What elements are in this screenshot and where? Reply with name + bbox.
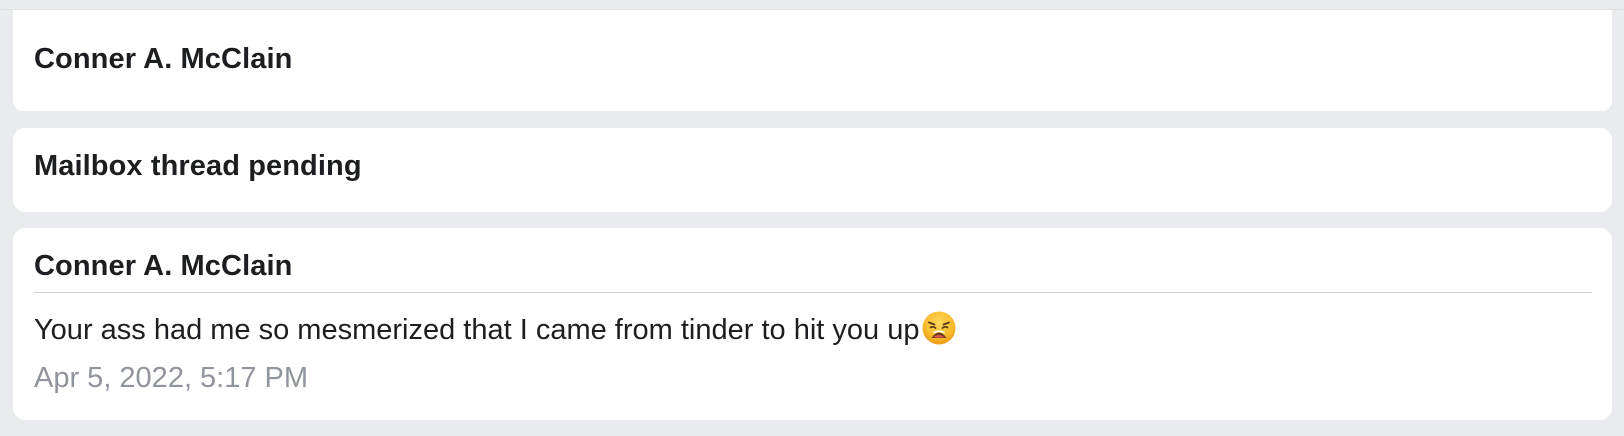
message-timestamp: Apr 5, 2022, 5:17 PM [34,362,309,394]
sender-name: Conner A. McClain [34,43,293,75]
thread-status-card: Mailbox thread pending [13,128,1612,212]
message-sender-name: Conner A. McClain [34,250,293,282]
sender-card: Conner A. McClain [13,10,1612,111]
thread-status-title: Mailbox thread pending [34,150,362,182]
divider [34,292,1592,293]
previous-card-edge [0,0,1624,10]
message-card: Conner A. McClain Your ass had me so mes… [13,228,1612,420]
message-body: Your ass had me so mesmerized that I cam… [34,310,957,348]
message-text: Your ass had me so mesmerized that I cam… [34,314,920,346]
weary-face-icon [922,311,956,345]
